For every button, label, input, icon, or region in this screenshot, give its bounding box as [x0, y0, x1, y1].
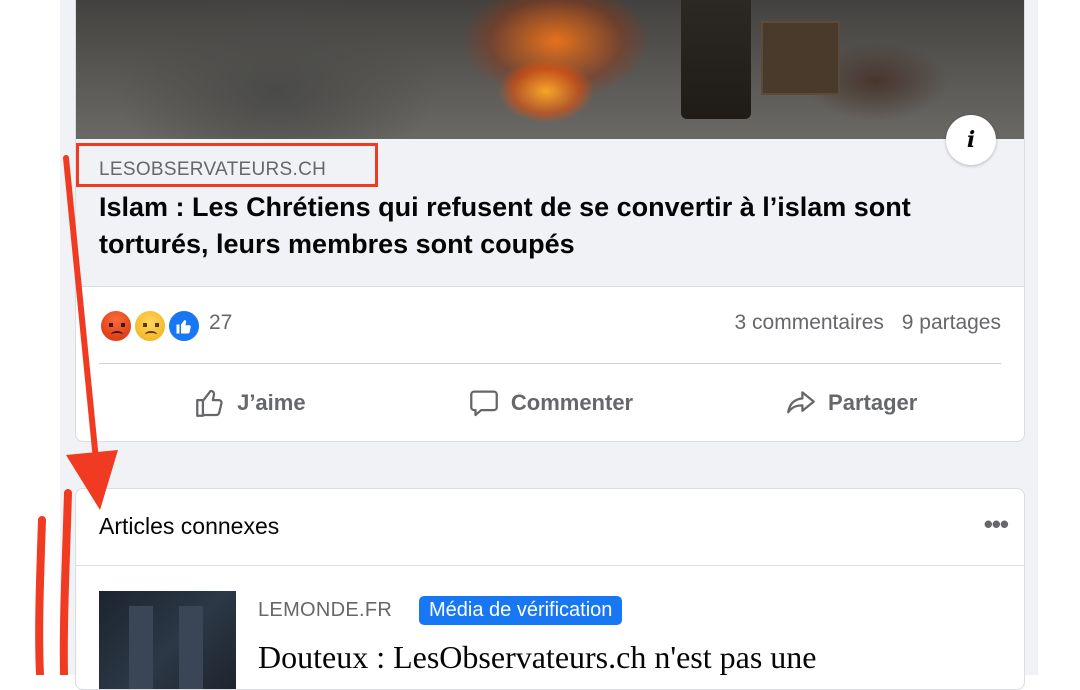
sad-reaction-icon[interactable] [133, 309, 167, 343]
like-reaction-icon[interactable] [167, 309, 201, 343]
annotation-arrow-line [63, 155, 100, 473]
annotation-stroke-left [35, 516, 46, 675]
annotation-arrow-head [66, 450, 118, 510]
annotation-stroke-right [59, 489, 72, 675]
angry-reaction-icon[interactable] [99, 309, 133, 343]
